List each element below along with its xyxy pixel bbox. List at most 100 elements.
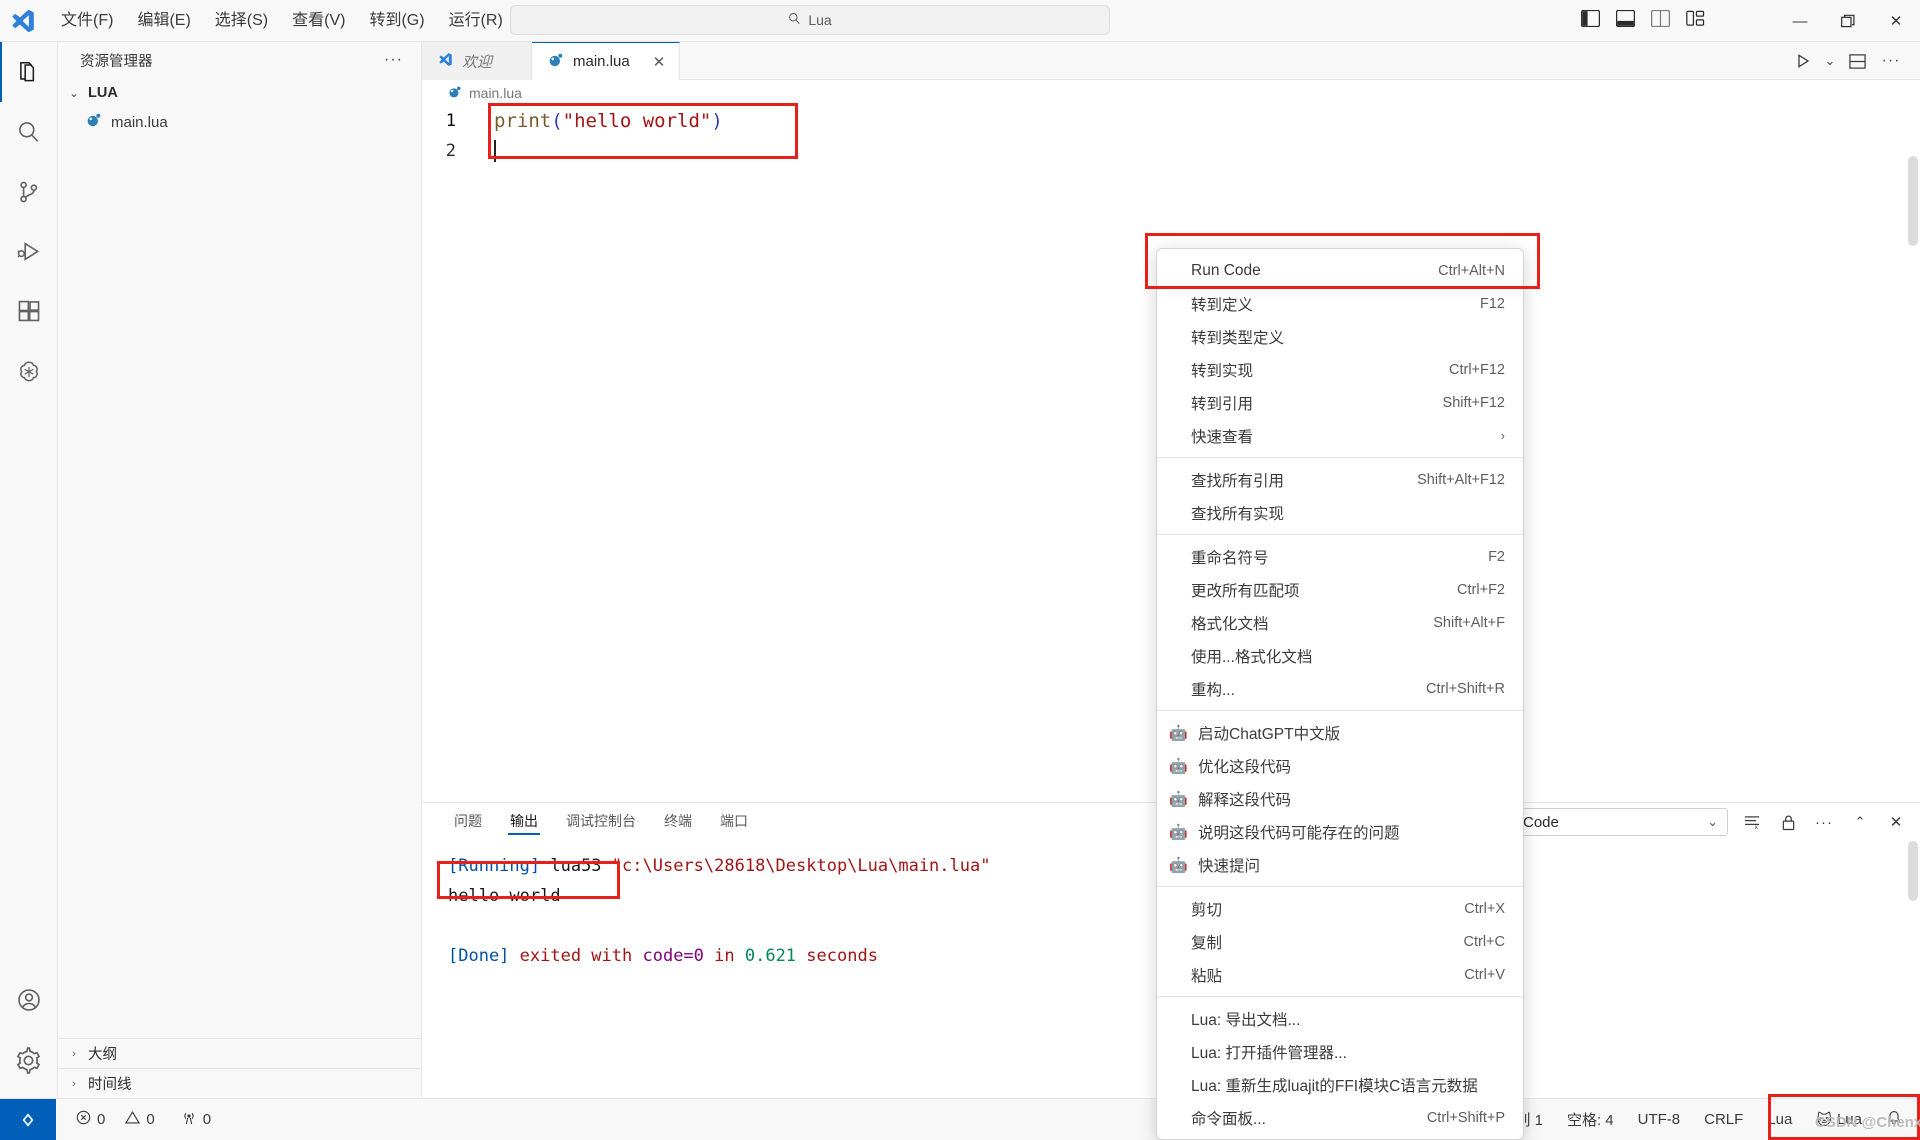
panel-tab-problems[interactable]: 问题 xyxy=(440,803,496,839)
context-menu-item-find-problems[interactable]: 🤖 说明这段代码可能存在的问题 xyxy=(1157,815,1523,848)
menu-go[interactable]: 转到(G) xyxy=(358,6,435,36)
tab-mainlua-label: main.lua xyxy=(573,53,630,70)
context-menu-item-format-document[interactable]: 格式化文档 Shift+Alt+F xyxy=(1157,606,1523,639)
remote-window-icon[interactable] xyxy=(0,1098,56,1140)
activitybar-item-run-and-debug[interactable] xyxy=(0,222,58,282)
panel-tab-debug-console[interactable]: 调试控制台 xyxy=(552,803,650,839)
panel-tab-output[interactable]: 输出 xyxy=(496,803,552,839)
close-icon[interactable]: ✕ xyxy=(653,53,666,71)
context-menu-item-run-code[interactable]: Run Code Ctrl+Alt+N xyxy=(1157,254,1523,287)
activity-bar xyxy=(0,42,58,1098)
context-menu-item-label: 更改所有匹配项 xyxy=(1191,582,1300,600)
menu-run[interactable]: 运行(R) xyxy=(438,6,514,36)
close-panel-icon[interactable]: ✕ xyxy=(1884,810,1908,834)
context-menu-item-copy[interactable]: 复制 Ctrl+C xyxy=(1157,925,1523,958)
toggle-primary-sidebar-icon[interactable] xyxy=(1581,9,1600,32)
status-indentation[interactable]: 空格: 4 xyxy=(1567,1109,1614,1130)
explorer-folder-lua[interactable]: ⌄ LUA xyxy=(58,78,421,108)
tab-mainlua[interactable]: main.lua ✕ xyxy=(532,42,681,80)
context-menu-item-cut[interactable]: 剪切 Ctrl+X xyxy=(1157,892,1523,925)
customize-layout-icon[interactable] xyxy=(1686,10,1705,32)
context-menu-item-find-all-references[interactable]: 查找所有引用 Shift+Alt+F12 xyxy=(1157,463,1523,496)
status-warnings[interactable]: 0 xyxy=(125,1110,155,1129)
context-menu-item-goto-definition[interactable]: 转到定义 F12 xyxy=(1157,287,1523,320)
menu-file[interactable]: 文件(F) xyxy=(50,6,124,36)
sidebar-more-icon[interactable]: ··· xyxy=(384,51,403,69)
context-menu-item-lua-regenerate-ffi[interactable]: Lua: 重新生成luajit的FFI模块C语言元数据 xyxy=(1157,1068,1523,1101)
context-menu-item-label: 粘贴 xyxy=(1191,967,1223,985)
context-menu-item-shortcut: Ctrl+V xyxy=(1464,966,1505,983)
menu-edit[interactable]: 编辑(E) xyxy=(126,6,201,36)
panel-tab-terminal[interactable]: 终端 xyxy=(650,803,706,839)
output-done-tag: [Done] xyxy=(448,946,510,966)
output-running-path: "c:\Users\28618\Desktop\Lua\main.lua" xyxy=(611,856,991,876)
panel-scrollbar[interactable] xyxy=(1906,839,1920,1097)
context-menu-item-goto-type-definition[interactable]: 转到类型定义 xyxy=(1157,320,1523,353)
activitybar-item-extensions[interactable] xyxy=(0,282,58,342)
activitybar-item-explorer[interactable] xyxy=(0,42,58,102)
editor-more-actions-icon[interactable]: ··· xyxy=(1876,46,1906,76)
chevron-right-icon: › xyxy=(1500,428,1505,443)
status-eol[interactable]: CRLF xyxy=(1704,1111,1743,1128)
context-menu-item-rename-symbol[interactable]: 重命名符号 F2 xyxy=(1157,540,1523,573)
sidebar-section-timeline[interactable]: › 时间线 xyxy=(58,1068,421,1098)
text-cursor xyxy=(494,139,496,162)
activitybar-item-settings[interactable] xyxy=(0,1030,58,1090)
lock-icon[interactable] xyxy=(1776,810,1800,834)
panel-more-actions-icon[interactable]: ··· xyxy=(1812,810,1836,834)
context-menu-item-shortcut: F12 xyxy=(1480,295,1505,312)
context-menu-item-paste[interactable]: 粘贴 Ctrl+V xyxy=(1157,958,1523,991)
context-menu-item-format-document-with[interactable]: 使用...格式化文档 xyxy=(1157,639,1523,672)
sidebar-section-outline[interactable]: › 大纲 xyxy=(58,1038,421,1068)
editor-scrollbar[interactable] xyxy=(1906,106,1920,800)
context-menu-item-optimize-code[interactable]: 🤖 优化这段代码 xyxy=(1157,749,1523,782)
command-center[interactable]: Lua xyxy=(510,5,1110,35)
context-menu-item-change-all-occurrences[interactable]: 更改所有匹配项 Ctrl+F2 xyxy=(1157,573,1523,606)
clear-output-icon[interactable]: x xyxy=(1740,810,1764,834)
status-encoding[interactable]: UTF-8 xyxy=(1638,1111,1681,1128)
context-menu-item-label: 解释这段代码 xyxy=(1198,791,1292,809)
split-editor-icon[interactable] xyxy=(1842,46,1872,76)
context-menu-item-lua-plugin-manager[interactable]: Lua: 打开插件管理器... xyxy=(1157,1035,1523,1068)
toggle-panel-icon[interactable] xyxy=(1616,9,1635,32)
restore-button[interactable] xyxy=(1824,0,1872,42)
close-button[interactable]: ✕ xyxy=(1872,0,1920,42)
status-errors[interactable]: 0 xyxy=(76,1110,105,1129)
context-menu-item-refactor[interactable]: 重构... Ctrl+Shift+R xyxy=(1157,672,1523,705)
context-menu-item-command-palette[interactable]: 命令面板... Ctrl+Shift+P xyxy=(1157,1101,1523,1134)
context-menu-item-label: 重构... xyxy=(1191,681,1235,699)
chevron-down-icon[interactable]: ⌄ xyxy=(1822,46,1838,76)
activitybar-item-accounts[interactable] xyxy=(0,970,58,1030)
menu-selection[interactable]: 选择(S) xyxy=(204,6,279,36)
tab-welcome[interactable]: 欢迎 xyxy=(422,42,532,80)
breadcrumb[interactable]: main.lua xyxy=(422,80,1920,106)
sidebar-section-timeline-label: 时间线 xyxy=(88,1077,132,1093)
context-menu-item-peek[interactable]: 快速查看 › xyxy=(1157,419,1523,452)
context-menu-item-lua-export-doc[interactable]: Lua: 导出文档... xyxy=(1157,1002,1523,1035)
context-menu-item-label: 快速查看 xyxy=(1191,428,1254,446)
vscode-icon xyxy=(438,52,453,71)
activitybar-item-source-control[interactable] xyxy=(0,162,58,222)
context-menu-separator xyxy=(1157,886,1523,887)
minimize-button[interactable]: — xyxy=(1776,0,1824,42)
status-ports[interactable]: 0 xyxy=(181,1110,211,1130)
context-menu-item-quick-question[interactable]: 🤖 快速提问 xyxy=(1157,848,1523,881)
context-menu-item-explain-code[interactable]: 🤖 解释这段代码 xyxy=(1157,782,1523,815)
context-menu-item-find-all-implementations[interactable]: 查找所有实现 xyxy=(1157,496,1523,529)
panel-scrollbar-thumb[interactable] xyxy=(1908,841,1918,901)
output-channel-select[interactable]: Code ⌄ xyxy=(1510,808,1728,836)
explorer-file-mainlua[interactable]: main.lua xyxy=(58,108,421,136)
toggle-secondary-sidebar-icon[interactable] xyxy=(1651,9,1670,32)
editor-scrollbar-thumb[interactable] xyxy=(1908,156,1918,246)
panel-tab-ports[interactable]: 端口 xyxy=(706,803,762,839)
context-menu-item-launch-chatgpt[interactable]: 🤖 启动ChatGPT中文版 xyxy=(1157,716,1523,749)
context-menu-item-goto-references[interactable]: 转到引用 Shift+F12 xyxy=(1157,386,1523,419)
context-menu-item-goto-implementation[interactable]: 转到实现 Ctrl+F12 xyxy=(1157,353,1523,386)
activitybar-item-chatgpt[interactable] xyxy=(0,342,58,402)
run-icon[interactable] xyxy=(1788,46,1818,76)
tab-welcome-label: 欢迎 xyxy=(462,53,493,71)
maximize-panel-icon[interactable]: ⌃ xyxy=(1848,810,1872,834)
menu-view[interactable]: 查看(V) xyxy=(281,6,356,36)
status-language-mode[interactable]: Lua xyxy=(1767,1111,1792,1128)
activitybar-item-search[interactable] xyxy=(0,102,58,162)
